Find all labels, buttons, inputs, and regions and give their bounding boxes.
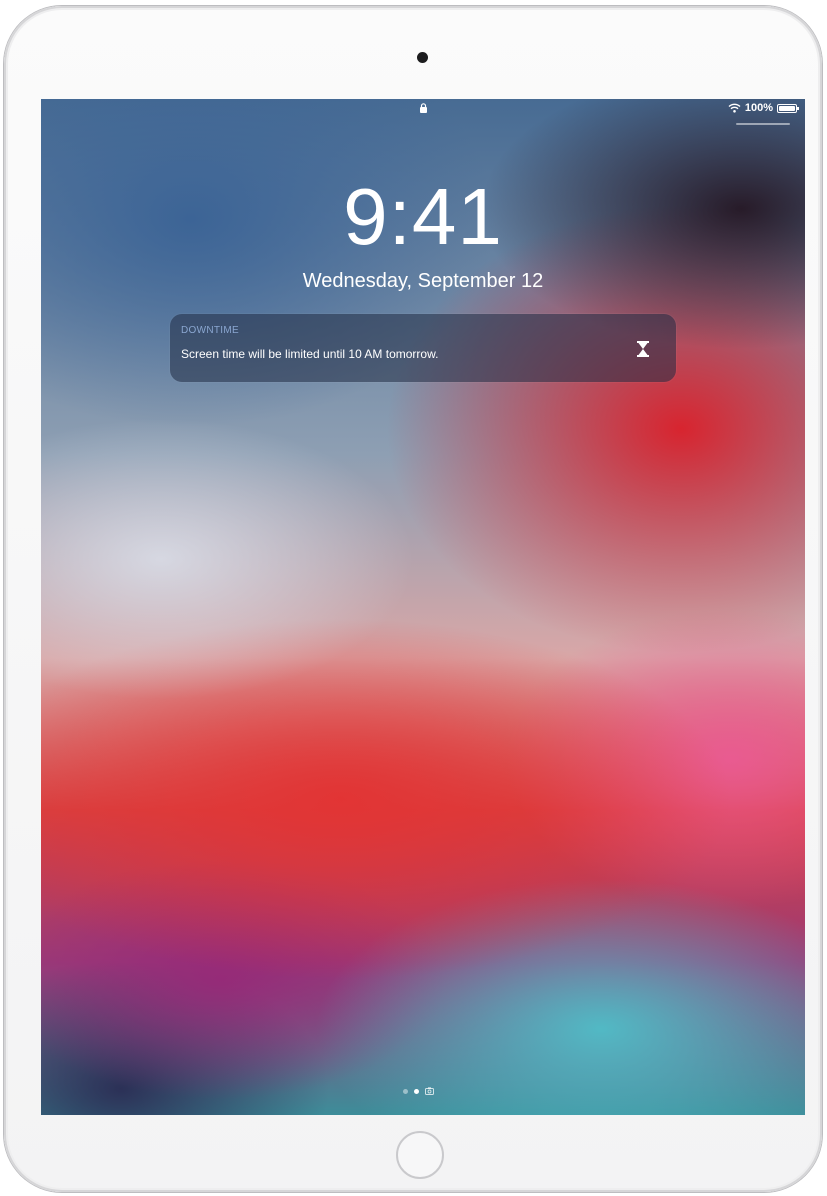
lock-screen-time: 9:41 (343, 172, 503, 261)
page-indicator (403, 1087, 434, 1095)
control-center-grabber[interactable] (736, 123, 790, 125)
battery-level-fill (779, 105, 795, 111)
hourglass-icon (637, 341, 649, 357)
lock-screen-date: Wednesday, September 12 (302, 270, 544, 292)
front-camera (417, 52, 428, 63)
battery-icon (777, 103, 799, 113)
home-button[interactable] (396, 1131, 444, 1179)
notification-message: Screen time will be limited until 10 AM … (181, 347, 439, 361)
notification-card[interactable]: DOWNTIME Screen time will be limited unt… (170, 314, 676, 382)
battery-percentage: 100% (744, 102, 773, 114)
notification-app-name: DOWNTIME (181, 325, 239, 336)
lock-icon (420, 103, 427, 113)
page-dot-current (414, 1088, 419, 1094)
lock-screen[interactable]: 100% 9:41 Wednesday, September 12 DOWNTI… (41, 99, 805, 1115)
camera-icon (425, 1087, 434, 1095)
ipad-device-frame: 100% 9:41 Wednesday, September 12 DOWNTI… (4, 6, 822, 1192)
status-bar-right: 100% (728, 102, 799, 114)
page-dot (403, 1088, 408, 1094)
wifi-icon (728, 103, 741, 113)
